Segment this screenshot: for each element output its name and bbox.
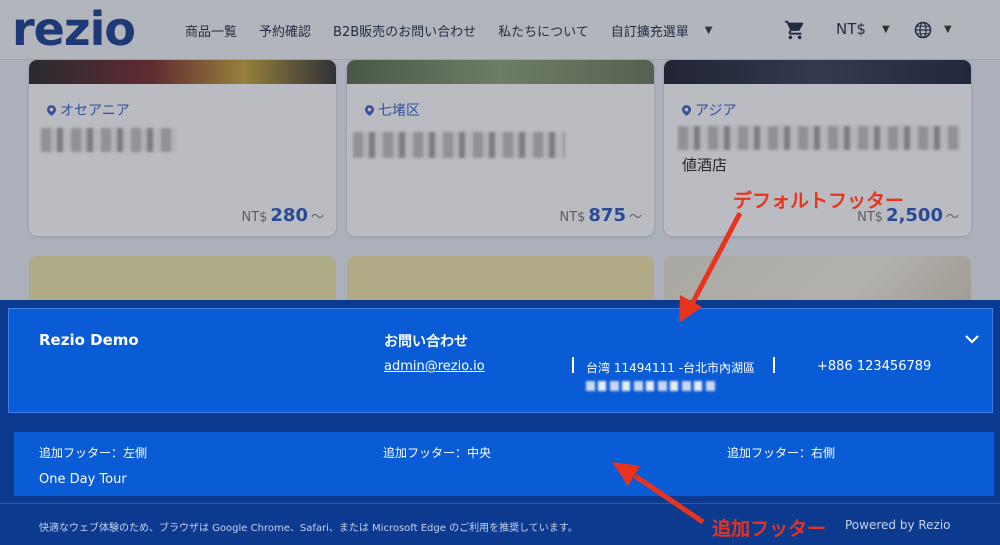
annotation-extra-footer: 追加フッター — [712, 518, 827, 540]
footer-brand: Rezio Demo — [39, 331, 139, 349]
divider — [0, 503, 1000, 504]
default-footer: Rezio Demo お問い合わせ admin@rezio.io 台湾 1149… — [8, 308, 993, 413]
contact-title: お問い合わせ — [384, 334, 468, 350]
annotation-default-footer: デフォルトフッター — [733, 190, 905, 212]
contact-address: 台湾 11494111 -台北市內湖區 — [586, 361, 756, 375]
divider — [572, 357, 574, 373]
divider — [773, 357, 775, 373]
browser-recommendation: 快適なウェブ体験のため、ブラウザは Google Chrome、Safari、ま… — [39, 523, 578, 534]
site-footer: Rezio Demo お問い合わせ admin@rezio.io 台湾 1149… — [0, 300, 1000, 545]
powered-by[interactable]: Powered by Rezio — [845, 518, 951, 532]
dim-overlay — [0, 0, 1000, 300]
extra-footer-right: 追加フッター：右側 — [727, 446, 836, 460]
one-day-tour-link[interactable]: One Day Tour — [39, 472, 127, 487]
extra-footer: 追加フッター：左側 追加フッター：中央 追加フッター：右側 One Day To… — [14, 432, 994, 496]
chevron-down-icon[interactable] — [964, 331, 980, 347]
contact-phone[interactable]: +886 123456789 — [817, 359, 931, 374]
contact-email-link[interactable]: admin@rezio.io — [384, 359, 485, 374]
extra-footer-left: 追加フッター：左側 — [39, 446, 148, 460]
redacted-address — [586, 381, 716, 391]
extra-footer-center: 追加フッター：中央 — [383, 446, 492, 460]
